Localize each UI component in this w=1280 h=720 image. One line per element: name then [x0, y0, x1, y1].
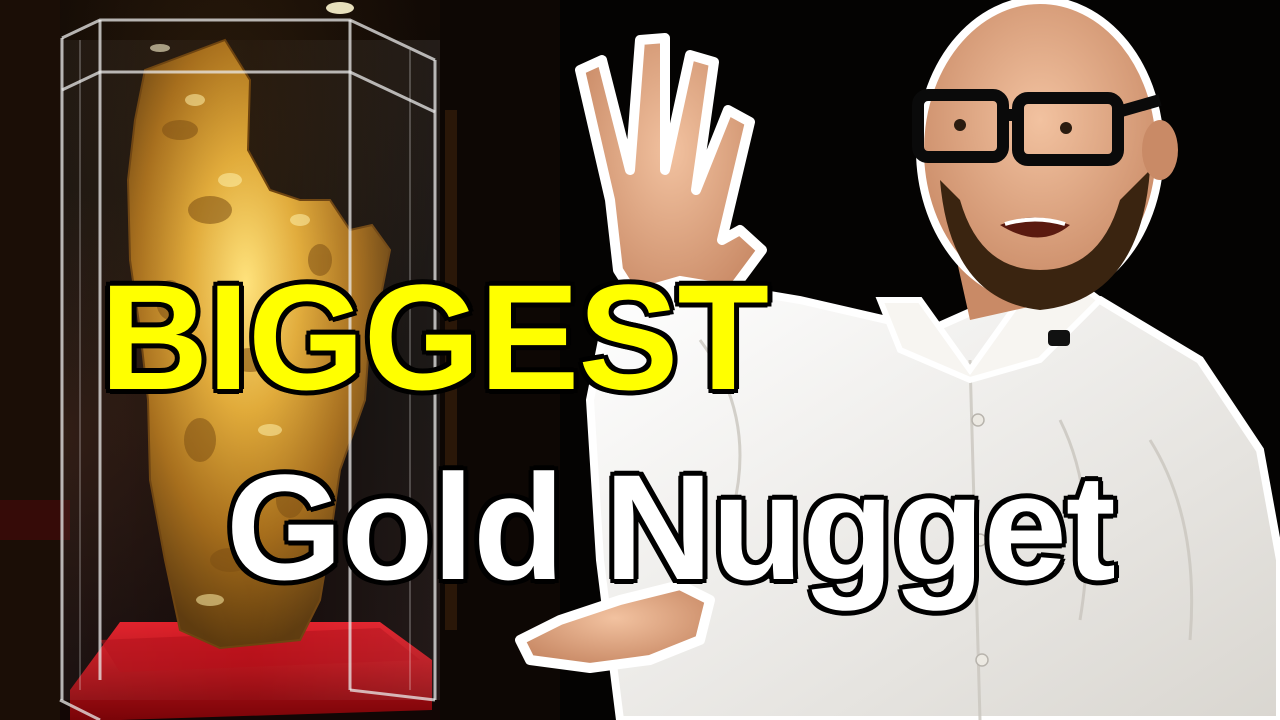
title-line-gold-nugget: Gold Nugget: [224, 443, 1119, 611]
thumbnail: BIGGEST Gold Nugget: [0, 0, 1280, 720]
title-line-biggest: BIGGEST: [97, 253, 771, 421]
